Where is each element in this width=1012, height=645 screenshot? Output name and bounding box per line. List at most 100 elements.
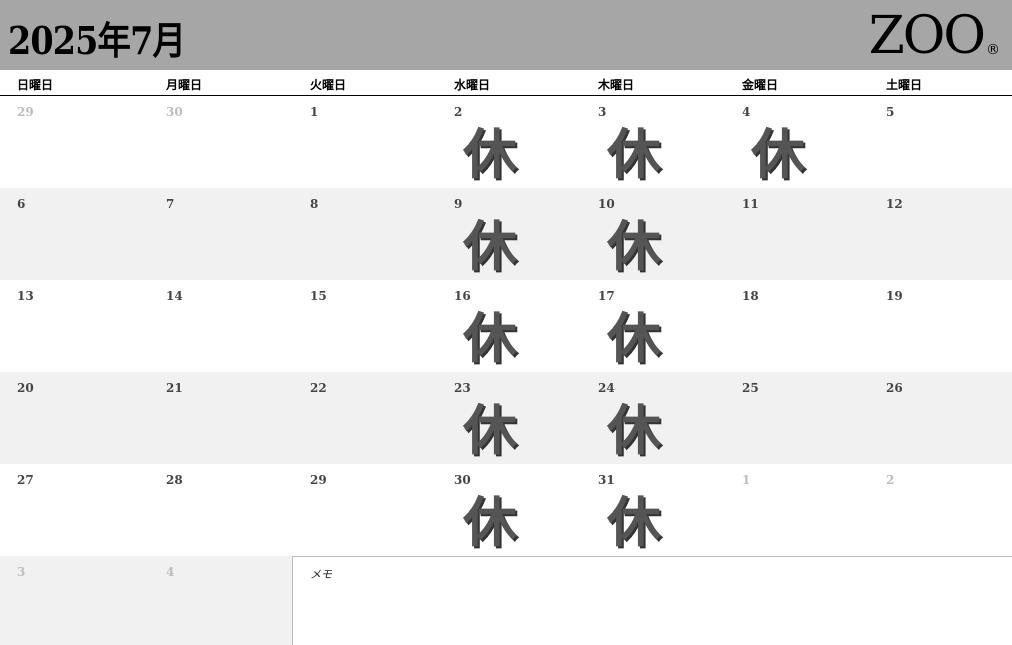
closed-day-mark: 休 bbox=[463, 306, 517, 370]
day-number: 19 bbox=[886, 289, 903, 303]
memo-area[interactable]: メモ bbox=[292, 556, 1012, 645]
closed-day-mark: 休 bbox=[607, 490, 661, 554]
day-cell[interactable]: 27 bbox=[0, 464, 144, 556]
day-number: 2 bbox=[454, 105, 463, 119]
day-number: 22 bbox=[310, 381, 327, 395]
day-cell[interactable]: 9休 bbox=[437, 188, 581, 280]
day-cell[interactable]: 19 bbox=[869, 280, 1012, 372]
day-number: 10 bbox=[598, 197, 615, 211]
day-cell[interactable]: 30 休 bbox=[437, 464, 581, 556]
day-cell[interactable]: 7 bbox=[149, 188, 293, 280]
week-row: 20 21 22 23 休 24 休 25 26 bbox=[0, 372, 1012, 464]
day-number: 4 bbox=[166, 565, 175, 579]
page-title: 2025年7月 bbox=[8, 18, 186, 63]
day-number: 24 bbox=[598, 381, 615, 395]
day-number: 14 bbox=[166, 289, 183, 303]
day-cell[interactable]: 8 bbox=[293, 188, 437, 280]
closed-day-mark: 休 bbox=[607, 122, 661, 186]
day-cell[interactable]: 28 bbox=[149, 464, 293, 556]
day-cell[interactable]: 4休 bbox=[725, 96, 869, 188]
day-cell[interactable]: 3休 bbox=[581, 96, 725, 188]
day-number: 27 bbox=[17, 473, 34, 487]
closed-day-mark: 休 bbox=[463, 214, 517, 278]
weekday-header-row: 日曜日 月曜日 火曜日 水曜日 木曜日 金曜日 土曜日 bbox=[0, 70, 1012, 96]
day-number: 8 bbox=[310, 197, 319, 211]
closed-day-mark: 休 bbox=[607, 398, 661, 462]
week-row: 27 28 29 30 休 31 休 1 2 bbox=[0, 464, 1012, 556]
closed-day-mark: 休 bbox=[463, 490, 517, 554]
day-cell[interactable]: 14 bbox=[149, 280, 293, 372]
day-number: 1 bbox=[310, 105, 319, 119]
logo-text: ZOO bbox=[868, 6, 986, 66]
day-number: 3 bbox=[17, 565, 26, 579]
memo-label: メモ bbox=[310, 568, 332, 581]
day-cell[interactable]: 2 bbox=[869, 464, 1012, 556]
day-cell: 4 bbox=[149, 556, 293, 645]
day-number: 2 bbox=[886, 473, 895, 487]
day-cell[interactable]: 13 bbox=[0, 280, 144, 372]
day-cell[interactable]: 29 bbox=[293, 464, 437, 556]
day-cell[interactable]: 31 休 bbox=[581, 464, 725, 556]
weekday-tuesday: 火曜日 bbox=[310, 78, 347, 92]
day-number: 15 bbox=[310, 289, 327, 303]
day-cell[interactable]: 11 bbox=[725, 188, 869, 280]
day-number: 7 bbox=[166, 197, 175, 211]
day-cell[interactable]: 21 bbox=[149, 372, 293, 464]
day-cell[interactable]: 6 bbox=[0, 188, 144, 280]
closed-day-mark: 休 bbox=[463, 122, 517, 186]
day-number: 25 bbox=[742, 381, 759, 395]
day-number: 28 bbox=[166, 473, 183, 487]
day-number: 6 bbox=[17, 197, 26, 211]
day-number: 4 bbox=[742, 105, 751, 119]
day-cell[interactable]: 5 bbox=[869, 96, 1012, 188]
day-cell[interactable]: 2休 bbox=[437, 96, 581, 188]
closed-day-mark: 休 bbox=[607, 214, 661, 278]
day-number: 9 bbox=[454, 197, 463, 211]
day-cell[interactable]: 26 bbox=[869, 372, 1012, 464]
day-cell[interactable]: 15 bbox=[293, 280, 437, 372]
day-cell[interactable]: 22 bbox=[293, 372, 437, 464]
weekday-sunday: 日曜日 bbox=[17, 78, 54, 92]
day-cell[interactable]: 1 bbox=[725, 464, 869, 556]
weekday-thursday: 木曜日 bbox=[598, 78, 635, 92]
week-row: 13 14 15 16 休 17 休 18 19 bbox=[0, 280, 1012, 372]
day-cell[interactable]: 16 休 bbox=[437, 280, 581, 372]
weekday-friday: 金曜日 bbox=[742, 78, 779, 92]
day-cell[interactable]: 17 休 bbox=[581, 280, 725, 372]
day-number: 5 bbox=[886, 105, 895, 119]
day-number: 18 bbox=[742, 289, 759, 303]
closed-day-mark: 休 bbox=[751, 122, 805, 186]
day-number: 13 bbox=[17, 289, 34, 303]
day-number: 1 bbox=[742, 473, 751, 487]
day-number: 11 bbox=[742, 197, 759, 211]
day-cell[interactable]: 30 bbox=[149, 96, 293, 188]
weekday-wednesday: 水曜日 bbox=[454, 78, 491, 92]
day-cell: 3 bbox=[0, 556, 144, 645]
zoo-logo: ZOO ® bbox=[869, 8, 1000, 62]
day-cell[interactable]: 12 bbox=[869, 188, 1012, 280]
calendar-header: 2025年7月 ZOO ® bbox=[0, 0, 1012, 70]
day-number: 20 bbox=[17, 381, 34, 395]
day-number: 30 bbox=[166, 105, 183, 119]
day-number: 12 bbox=[886, 197, 903, 211]
day-cell[interactable]: 10 休 bbox=[581, 188, 725, 280]
day-number: 30 bbox=[454, 473, 471, 487]
day-number: 29 bbox=[17, 105, 34, 119]
day-number: 16 bbox=[454, 289, 471, 303]
day-number: 21 bbox=[166, 381, 183, 395]
day-cell[interactable]: 18 bbox=[725, 280, 869, 372]
closed-day-mark: 休 bbox=[463, 398, 517, 462]
registered-mark: ® bbox=[986, 42, 1000, 58]
weekday-monday: 月曜日 bbox=[166, 78, 203, 92]
day-number: 31 bbox=[598, 473, 615, 487]
weekday-saturday: 土曜日 bbox=[886, 78, 923, 92]
day-cell[interactable]: 23 休 bbox=[437, 372, 581, 464]
day-cell[interactable]: 1 bbox=[293, 96, 437, 188]
day-cell[interactable]: 20 bbox=[0, 372, 144, 464]
calendar-grid: 29 30 1 2 休 3 休 4 休 5 6 7 8 9 休 10 休 11 12 13 14 15 16 休 17 休 18 19… bbox=[0, 96, 1012, 645]
day-cell[interactable]: 29 bbox=[0, 96, 144, 188]
week-row: 29 30 1 2 休 3 休 4 休 5 bbox=[0, 96, 1012, 188]
day-number: 26 bbox=[886, 381, 903, 395]
day-cell[interactable]: 24 休 bbox=[581, 372, 725, 464]
day-cell[interactable]: 25 bbox=[725, 372, 869, 464]
